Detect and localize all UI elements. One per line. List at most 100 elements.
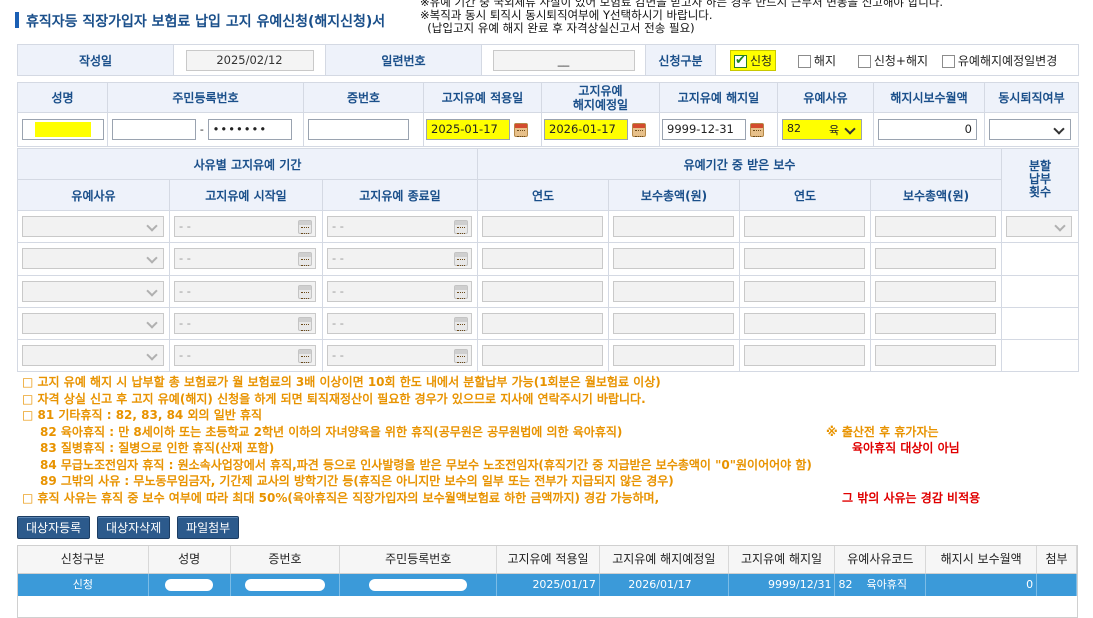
attach-file-button[interactable]: 파일첨부 (177, 516, 240, 539)
period-end-input[interactable]: - - (327, 344, 472, 366)
calendar-icon[interactable] (632, 122, 646, 137)
delete-button[interactable]: 대상자삭제 (97, 516, 171, 539)
salary-period-input[interactable] (613, 280, 735, 302)
period-start-input[interactable]: - - (174, 312, 316, 334)
salary-period-input[interactable] (482, 248, 604, 270)
period-start-input[interactable]: - - (174, 344, 316, 366)
grid-col-attach[interactable]: 첨부 (1037, 546, 1077, 573)
grid-col-end[interactable]: 고지유예 해지일 (729, 546, 836, 573)
period-start-input[interactable]: - - (174, 216, 316, 238)
period-reason-select[interactable] (22, 312, 164, 334)
salary-period-input[interactable] (482, 216, 604, 238)
apply-date-input[interactable]: 2025-01-17 (426, 119, 510, 140)
calendar-icon[interactable] (454, 284, 468, 299)
salary-input[interactable]: 0 (878, 119, 977, 140)
chevron-down-icon (844, 123, 858, 136)
salary-period-input[interactable] (744, 248, 866, 270)
period-reason-select[interactable] (22, 216, 164, 238)
salary-period-input[interactable] (482, 312, 604, 334)
grid-col-apply[interactable]: 고지유예 적용일 (497, 546, 600, 573)
header-form-table: 작성일 2025/02/12 일련번호 __ 신청구분 신청 해지 신청+해지 … (17, 44, 1079, 76)
calendar-icon[interactable] (514, 122, 528, 137)
col-rrn: 주민등록번호 (107, 82, 304, 113)
period-end-input[interactable]: - - (327, 280, 472, 302)
action-buttons: 대상자등록 대상자삭제 파일첨부 (17, 516, 242, 539)
grid-col-type[interactable]: 신청구분 (18, 546, 149, 573)
page-title: 휴직자등 직장가입자 보험료 납입 고지 유예신청(해지신청)서 (26, 14, 386, 30)
serial-label: 일련번호 (325, 44, 482, 76)
register-button[interactable]: 대상자등록 (17, 516, 91, 539)
period-row: - -- - (17, 210, 1080, 244)
rrn-front-input[interactable] (112, 119, 196, 140)
salary-period-input[interactable] (613, 216, 735, 238)
info-line: 84 무급노조전임자 휴직 : 원소속사업장에서 휴직,파견 등으로 인사발령을… (40, 457, 812, 472)
grid-col-name[interactable]: 성명 (149, 546, 231, 573)
grid-col-rrn[interactable]: 주민등록번호 (340, 546, 498, 573)
calendar-icon[interactable] (454, 316, 468, 331)
installment-select[interactable] (1006, 216, 1073, 238)
period-reason-select[interactable] (22, 344, 164, 366)
chevron-down-icon (1054, 220, 1068, 233)
checkbox-apply[interactable] (734, 53, 747, 68)
salary-period-input[interactable] (875, 344, 997, 366)
calendar-icon[interactable] (750, 122, 764, 137)
reason-select[interactable]: 82 육 (782, 119, 862, 140)
col-reason: 유예사유 (17, 179, 170, 212)
expected-end-input[interactable]: 2026-01-17 (544, 119, 628, 140)
grid-col-reason[interactable]: 유예사유코드 (835, 546, 927, 573)
write-date-field[interactable]: 2025/02/12 (185, 49, 314, 71)
grid-col-expected[interactable]: 고지유예 해지예정일 (600, 546, 729, 573)
grid-col-salary[interactable]: 해지시 보수월액 (926, 546, 1038, 573)
salary-period-input[interactable] (875, 280, 997, 302)
calendar-icon[interactable] (298, 220, 312, 235)
retire-select[interactable] (989, 119, 1071, 140)
table-row[interactable]: 신청 2025/01/17 2026/01/17 9999/12/31 82 육아… (18, 574, 1077, 596)
calendar-icon[interactable] (454, 348, 468, 363)
salary-period-input[interactable] (613, 248, 735, 270)
checkbox-cancel[interactable] (797, 54, 811, 68)
option-apply-cancel[interactable]: 신청+해지 (857, 52, 928, 69)
grid-col-cert[interactable]: 증번호 (231, 546, 341, 573)
salary-period-input[interactable] (875, 312, 997, 334)
salary-period-input[interactable] (744, 280, 866, 302)
info-line: □ 81 기타휴직 : 82, 83, 84 외의 일반 휴직 (22, 408, 263, 422)
period-start-input[interactable]: - - (174, 248, 316, 270)
cert-number-input[interactable] (308, 119, 409, 140)
salary-period-input[interactable] (875, 216, 997, 238)
info-line: 83 질병휴직 : 질병으로 인한 휴직(산재 포함) 육아휴직 대상이 아님 (40, 441, 960, 455)
period-reason-select[interactable] (22, 248, 164, 270)
col-name: 성명 (17, 82, 108, 113)
option-apply[interactable]: 신청 (730, 49, 777, 71)
period-reason-select[interactable] (22, 280, 164, 302)
salary-period-input[interactable] (613, 344, 735, 366)
salary-period-input[interactable] (744, 216, 866, 238)
row-salary: 0 (926, 574, 1038, 596)
calendar-icon[interactable] (298, 316, 312, 331)
calendar-icon[interactable] (454, 220, 468, 235)
calendar-icon[interactable] (298, 252, 312, 267)
salary-period-input[interactable] (482, 344, 604, 366)
salary-period-input[interactable] (744, 312, 866, 334)
result-grid: 신청구분 성명 증번호 주민등록번호 고지유예 적용일 고지유예 해지예정일 고… (17, 545, 1078, 618)
name-input[interactable] (22, 119, 104, 140)
salary-period-input[interactable] (744, 344, 866, 366)
period-end-input[interactable]: - - (327, 216, 472, 238)
date-label: 작성일 (17, 44, 174, 76)
salary-period-input[interactable] (875, 248, 997, 270)
period-start-input[interactable]: - - (174, 280, 316, 302)
salary-period-input[interactable] (482, 280, 604, 302)
checkbox-apply-cancel[interactable] (857, 54, 871, 68)
checkbox-change-date[interactable] (941, 54, 955, 68)
calendar-icon[interactable] (298, 348, 312, 363)
option-change-date[interactable]: 유예해지예정일변경 (941, 52, 1057, 69)
calendar-icon[interactable] (454, 252, 468, 267)
info-line: 89 그밖의 사유 : 무노동무임금자, 기간제 교사의 방학기간 등(휴직은 … (40, 474, 674, 488)
calendar-icon[interactable] (298, 284, 312, 299)
period-end-input[interactable]: - - (327, 312, 472, 334)
period-end-input[interactable]: - - (327, 248, 472, 270)
rrn-back-input[interactable]: ••••••• (207, 119, 292, 140)
salary-period-input[interactable] (613, 312, 735, 334)
option-cancel[interactable]: 해지 (797, 52, 836, 69)
end-date-input[interactable]: 9999-12-31 (662, 119, 746, 140)
serial-field[interactable]: __ (492, 49, 635, 71)
